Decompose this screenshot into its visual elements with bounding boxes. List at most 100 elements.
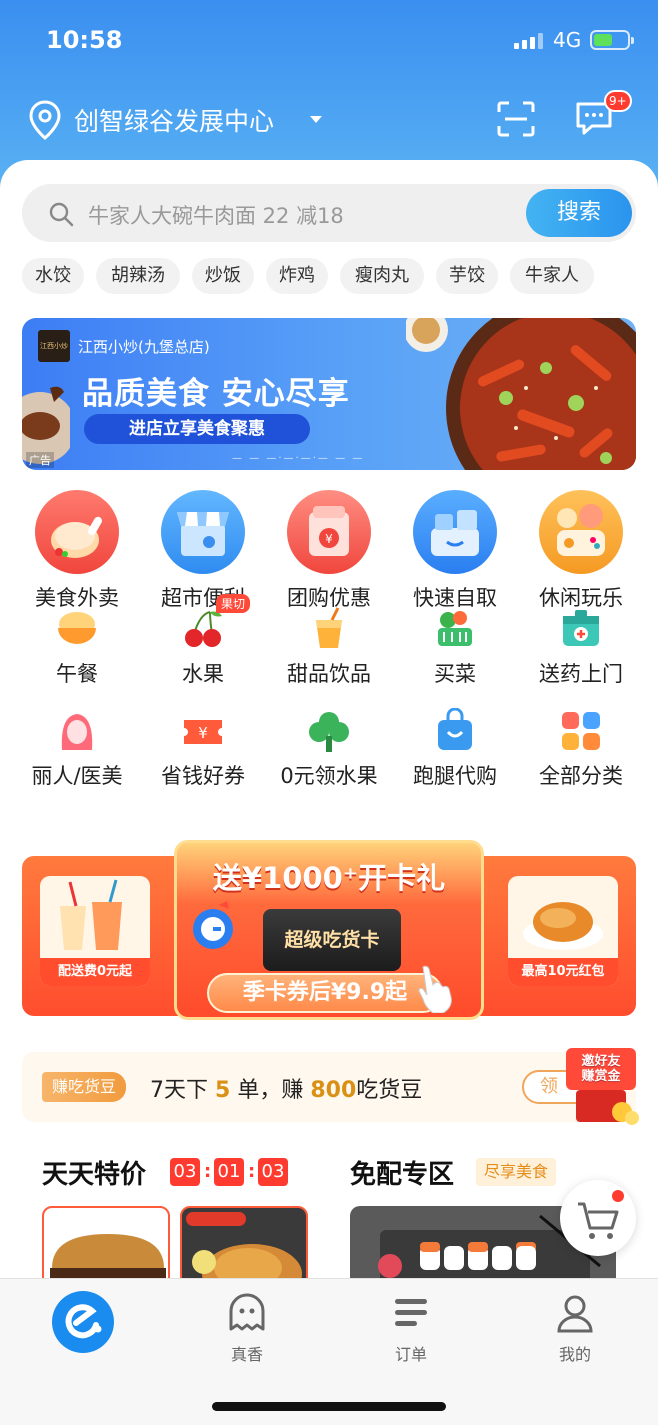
drink-icon [306, 606, 352, 652]
search-button[interactable]: 搜索 [526, 189, 632, 237]
category-errands[interactable]: 跑腿代购 [392, 707, 518, 790]
category-lunch[interactable]: 午餐 [14, 606, 140, 688]
hot-chip[interactable]: 胡辣汤 [96, 258, 180, 294]
category-all[interactable]: 全部分类 [518, 708, 644, 790]
countdown-minutes: 01 [214, 1158, 244, 1186]
ad-banner[interactable]: 江西小炒 江西小炒(九堡总店) 品质美食 安心尽享 进店立享美食聚惠 — — —… [22, 318, 636, 470]
hot-chip[interactable]: 水饺 [22, 258, 84, 294]
banner-subtitle[interactable]: 进店立享美食聚惠 [84, 414, 310, 444]
hot-chip[interactable]: 牛家人 [510, 258, 594, 294]
ad-label: 广告 [26, 452, 54, 468]
free-delivery-tag: 尽享美食 [476, 1158, 557, 1186]
category-pickup[interactable]: 快速自取 [392, 490, 518, 612]
category-label: 买菜 [434, 662, 476, 686]
carousel-indicator: — — —·—·—·— — — [232, 453, 365, 464]
promo-left-caption: 配送费0元起 [40, 958, 150, 986]
fried-chicken-product-image[interactable] [180, 1206, 308, 1280]
free-delivery-title: 免配专区 [350, 1160, 455, 1190]
hot-chip[interactable]: 瘦肉丸 [340, 258, 424, 294]
roast-chicken-icon [35, 490, 119, 574]
pickup-box-icon [413, 490, 497, 574]
shopping-cart-icon [578, 1202, 619, 1239]
tab-orders[interactable]: 订单 [361, 1291, 461, 1365]
promo-title: 送¥1000⁺开卡礼 [212, 861, 446, 895]
red-packet-card[interactable]: 最高10元红包 [508, 876, 618, 986]
search-bar[interactable]: 牛家人大碗牛肉面 22 减18 搜索 [22, 184, 636, 242]
hot-chip[interactable]: 芋饺 [436, 258, 498, 294]
order-list-icon [395, 1299, 427, 1326]
banner-title: 品质美食 安心尽享 [82, 376, 350, 412]
category-supermarket[interactable]: 超市便利 [140, 490, 266, 612]
message-badge: 9+ [604, 90, 632, 112]
promo-price-button[interactable]: 季卡券后¥9.9起 [207, 973, 443, 1013]
tab-discover[interactable]: 真香 [197, 1291, 297, 1365]
category-label: 丽人/医美 [31, 764, 123, 788]
category-group-buy[interactable]: ¥ 团购优惠 [266, 490, 392, 612]
search-input[interactable]: 牛家人大碗牛肉面 22 减18 [88, 200, 344, 230]
ticket-icon: ¥ [180, 708, 226, 754]
burger-product-image[interactable] [42, 1206, 170, 1280]
free-delivery-card[interactable]: 配送费0元起 [40, 876, 150, 986]
countdown-colon: : [248, 1161, 256, 1182]
scan-icon[interactable] [496, 100, 536, 138]
svg-text:¥: ¥ [325, 532, 333, 546]
main-content: 牛家人大碗牛肉面 22 减18 搜索 水饺 胡辣汤 炒饭 炸鸡 瘦肉丸 芋饺 牛… [0, 160, 658, 1280]
category-dessert-drinks[interactable]: 甜品饮品 [266, 606, 392, 688]
ghost-icon [229, 1293, 265, 1331]
category-food-delivery[interactable]: 美食外卖 [14, 490, 140, 612]
network-type: 4G [553, 28, 582, 52]
category-label: 送药上门 [539, 662, 623, 686]
foodie-card-promo[interactable]: 配送费0元起 最高10元红包 送¥1000⁺开卡礼 超级吃货卡 季卡券后¥9.9… [22, 840, 636, 1020]
category-label: 跑腿代购 [413, 764, 497, 788]
cart-badge-dot [612, 1190, 624, 1202]
hot-chip[interactable]: 炒饭 [192, 258, 254, 294]
category-free-fruit[interactable]: 0元领水果 [266, 708, 392, 790]
tree-icon [306, 708, 352, 754]
banner-store-name: 江西小炒(九堡总店) [78, 338, 210, 356]
tab-profile[interactable]: 我的 [525, 1291, 625, 1365]
category-beauty[interactable]: 丽人/医美 [14, 708, 140, 790]
pointer-hand-icon [418, 965, 452, 1013]
tab-home[interactable] [52, 1291, 114, 1353]
beauty-icon [54, 708, 100, 754]
daily-specials-section[interactable]: 天天特价 03 : 01 : 03 [22, 1138, 328, 1280]
beans-tag: 赚吃货豆 [42, 1072, 127, 1102]
invite-friends-label: 邀好友 赚赏金 [581, 1054, 621, 1084]
tab-label: 订单 [394, 1345, 427, 1364]
store-icon [161, 490, 245, 574]
signal-icon [514, 33, 544, 49]
hot-chip[interactable]: 炸鸡 [266, 258, 328, 294]
tab-label: 真香 [230, 1345, 263, 1364]
medicine-box-icon [558, 606, 604, 652]
chevron-down-icon[interactable] [310, 116, 322, 123]
all-categories-icon [558, 708, 604, 754]
category-fruit[interactable]: 果切 水果 [140, 594, 266, 688]
category-label: 甜品饮品 [287, 662, 371, 686]
cart-button[interactable] [560, 1180, 636, 1256]
status-bar: 10:58 4G [0, 0, 658, 80]
drink-cups-image [60, 879, 122, 950]
search-icon [49, 202, 74, 227]
location-bar: 创智绿谷发展中心 9+ [0, 90, 658, 150]
store-logo: 江西小炒 [38, 330, 70, 362]
foodie-beans-bar[interactable]: 赚吃货豆 7天下 5 单，赚 800吃货豆 领 邀好友 赚赏金 [22, 1048, 639, 1125]
category-label: 0元领水果 [280, 764, 378, 788]
location-pin-icon[interactable] [28, 100, 62, 140]
status-time: 10:58 [46, 26, 123, 54]
category-label: 午餐 [56, 662, 98, 686]
category-leisure[interactable]: 休闲玩乐 [518, 490, 644, 612]
category-coupons[interactable]: ¥ 省钱好券 [140, 708, 266, 790]
user-icon [557, 1295, 593, 1333]
location-label[interactable]: 创智绿谷发展中心 [74, 102, 274, 138]
game-icon [539, 490, 623, 574]
promo-center-panel[interactable]: 送¥1000⁺开卡礼 超级吃货卡 季卡券后¥9.9起 [174, 840, 484, 1020]
category-groceries[interactable]: 买菜 [392, 606, 518, 688]
rice-bowl-icon [54, 606, 100, 652]
category-medicine[interactable]: 送药上门 [518, 606, 644, 688]
tab-label: 我的 [558, 1345, 591, 1364]
svg-text:¥: ¥ [198, 724, 208, 742]
invite-friends-gift[interactable]: 邀好友 赚赏金 [562, 1046, 640, 1126]
food-dish-image [406, 318, 636, 470]
category-label: 省钱好券 [161, 764, 245, 788]
fruit-cut-tag: 果切 [216, 594, 251, 613]
